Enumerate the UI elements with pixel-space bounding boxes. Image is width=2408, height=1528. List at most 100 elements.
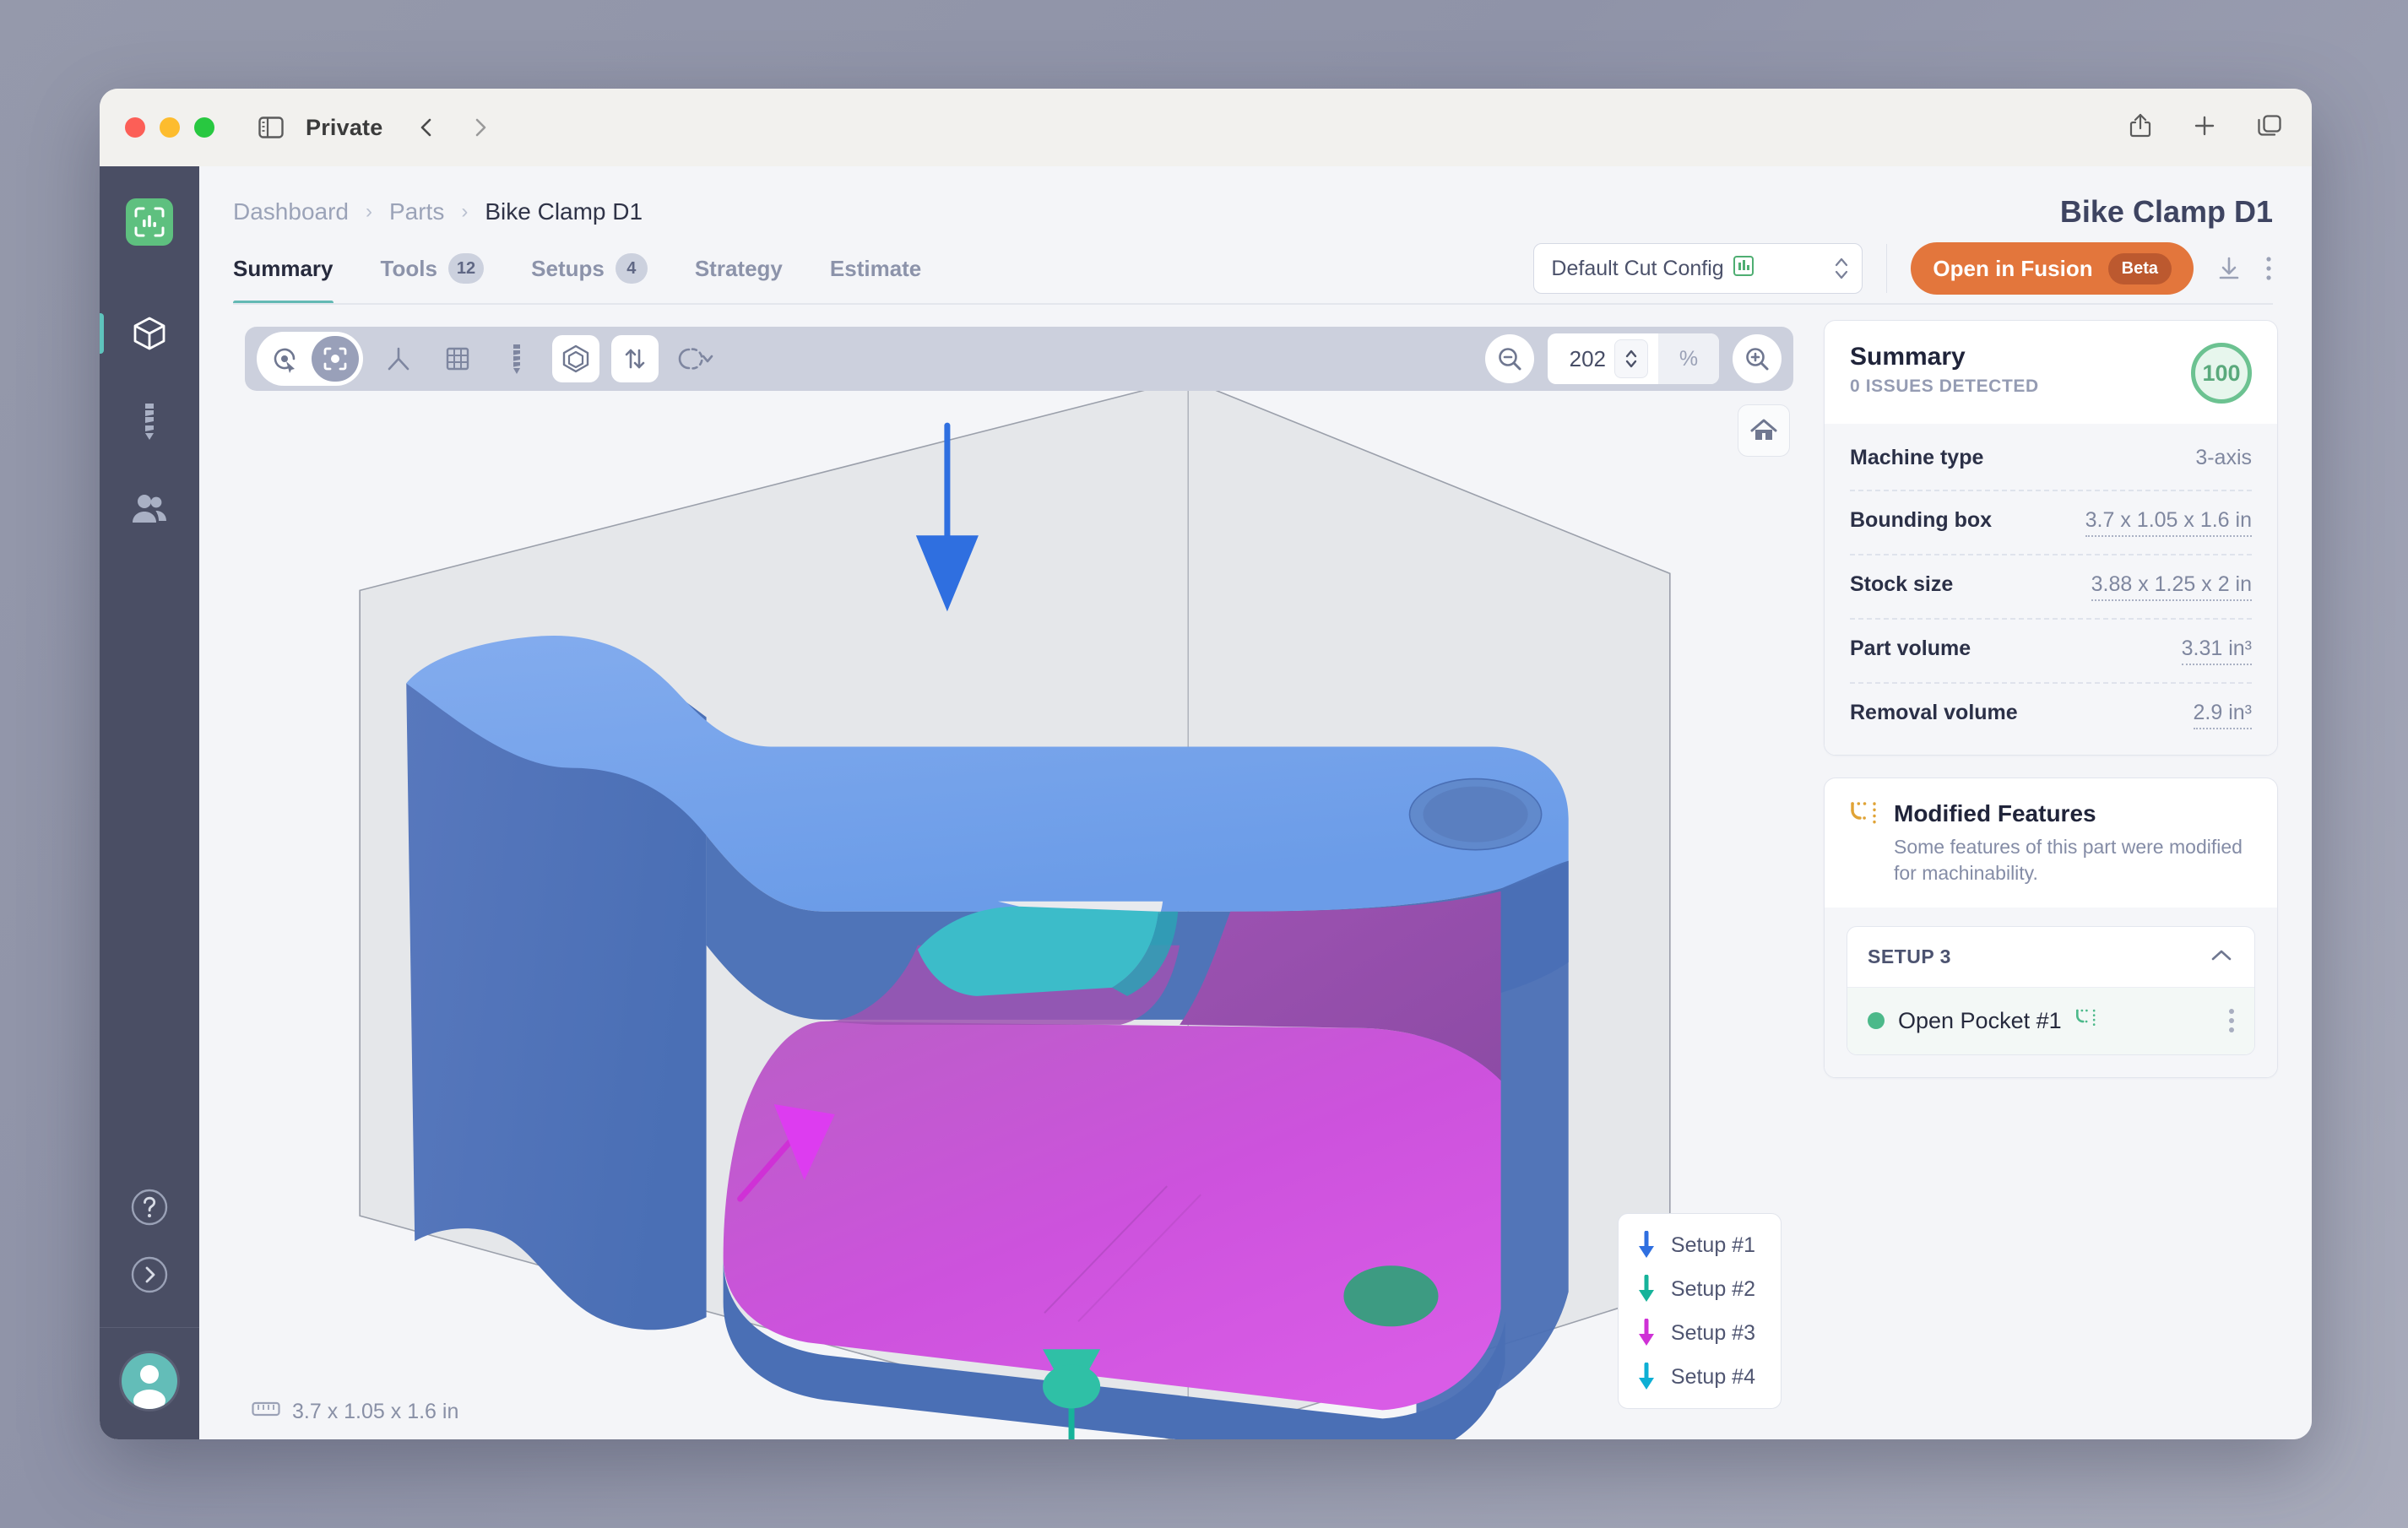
zoom-input[interactable]: 202 % bbox=[1547, 333, 1719, 384]
row-key: Part volume bbox=[1850, 637, 1971, 660]
left-rail bbox=[100, 166, 199, 1439]
setup-legend: Setup #1 Setup #2 Setup #3 Setup #4 bbox=[1617, 1213, 1782, 1409]
legend-item[interactable]: Setup #1 bbox=[1637, 1231, 1755, 1260]
close-window-button[interactable] bbox=[125, 117, 145, 138]
page-title: Bike Clamp D1 bbox=[2059, 194, 2273, 229]
feature-menu-icon[interactable] bbox=[2229, 1009, 2234, 1033]
tab-strategy[interactable]: Strategy bbox=[671, 232, 806, 305]
row-value: 2.9 in³ bbox=[2193, 701, 2252, 729]
modified-features-card: Modified Features Some features of this … bbox=[1824, 778, 2278, 1078]
row-value: 3.31 in³ bbox=[2181, 637, 2252, 665]
feature-name: Open Pocket #1 bbox=[1898, 1007, 2062, 1033]
share-icon[interactable] bbox=[2128, 112, 2153, 144]
legend-label: Setup #2 bbox=[1670, 1276, 1755, 1301]
row-key: Machine type bbox=[1850, 446, 1984, 469]
right-panel: Summary 0 ISSUES DETECTED 100 Machine ty… bbox=[1805, 305, 2312, 1439]
browser-window: Private Dashboard › Parts › Bike Clamp D… bbox=[100, 89, 2312, 1439]
row-value: 3.88 x 1.25 x 2 in bbox=[2091, 572, 2252, 601]
cut-config-spinner[interactable] bbox=[1833, 254, 1850, 283]
sidebar-toggle-icon[interactable] bbox=[258, 116, 284, 139]
frame-target-icon[interactable] bbox=[312, 336, 359, 382]
tab-summary[interactable]: Summary bbox=[233, 232, 357, 305]
breadcrumb-dashboard[interactable]: Dashboard bbox=[233, 198, 349, 225]
legend-item[interactable]: Setup #2 bbox=[1637, 1275, 1755, 1303]
minimize-window-button[interactable] bbox=[160, 117, 180, 138]
sidebar-item-team[interactable] bbox=[100, 487, 199, 531]
breadcrumb-current: Bike Clamp D1 bbox=[485, 198, 643, 225]
tab-bar: Summary Tools 12 Setups 4 Strategy Estim bbox=[199, 232, 2312, 305]
zoom-in-icon[interactable] bbox=[1733, 334, 1782, 383]
tab-tools-label: Tools bbox=[380, 255, 437, 281]
arrows-up-down-icon[interactable] bbox=[611, 335, 659, 382]
tab-estimate[interactable]: Estimate bbox=[806, 232, 945, 305]
drill-bit-icon[interactable] bbox=[493, 335, 540, 382]
legend-label: Setup #4 bbox=[1670, 1364, 1755, 1389]
row-value: 3.7 x 1.05 x 1.6 in bbox=[2085, 508, 2252, 537]
back-chevron-icon[interactable] bbox=[416, 116, 438, 138]
forward-chevron-icon[interactable] bbox=[469, 116, 491, 138]
tab-tools[interactable]: Tools 12 bbox=[357, 232, 508, 305]
cut-config-select[interactable]: Default Cut Config bbox=[1533, 243, 1863, 294]
summary-title: Summary bbox=[1850, 343, 1966, 371]
sidebar-item-tools[interactable] bbox=[100, 399, 199, 443]
tab-summary-label: Summary bbox=[233, 255, 334, 281]
breadcrumb: Dashboard › Parts › Bike Clamp D1 Bike C… bbox=[199, 166, 2312, 232]
breadcrumb-parts[interactable]: Parts bbox=[389, 198, 444, 225]
sidebar-item-parts[interactable] bbox=[100, 312, 199, 355]
viewport-container: 202 % 3.7 x 1.05 x 1.6 in Setup #1 Setup… bbox=[199, 305, 1805, 1439]
origin-axis-icon[interactable] bbox=[375, 335, 422, 382]
download-icon[interactable] bbox=[2215, 255, 2243, 282]
tab-overview-icon[interactable] bbox=[2256, 113, 2283, 143]
tab-setups-label: Setups bbox=[531, 255, 605, 281]
help-button[interactable] bbox=[127, 1185, 171, 1229]
machinability-score: 100 bbox=[2191, 343, 2252, 404]
grid-icon[interactable] bbox=[434, 335, 481, 382]
chevron-up-icon[interactable] bbox=[2209, 946, 2234, 968]
setup-group-header[interactable]: SETUP 3 bbox=[1847, 927, 2254, 988]
tab-setups[interactable]: Setups 4 bbox=[507, 232, 671, 305]
zoom-out-icon[interactable] bbox=[1484, 334, 1534, 383]
open-in-fusion-button[interactable]: Open in Fusion Beta bbox=[1911, 242, 2194, 295]
model-viewport[interactable]: 202 % 3.7 x 1.05 x 1.6 in Setup #1 Setup… bbox=[233, 320, 1805, 1439]
feature-list-item[interactable]: Open Pocket #1 bbox=[1847, 987, 2254, 1054]
legend-item[interactable]: Setup #4 bbox=[1637, 1363, 1755, 1391]
kebab-menu-icon[interactable] bbox=[2264, 255, 2273, 282]
zoom-value: 202 bbox=[1569, 345, 1606, 371]
setup-group-label: SETUP 3 bbox=[1868, 945, 1951, 967]
cursor-orbit-icon[interactable] bbox=[261, 336, 308, 382]
summary-row-part-volume: Part volume 3.31 in³ bbox=[1850, 620, 2252, 684]
toolbar-divider bbox=[1886, 244, 1888, 293]
cube-outline-icon[interactable] bbox=[552, 335, 599, 382]
row-key: Bounding box bbox=[1850, 508, 1993, 532]
partial-circle-icon[interactable] bbox=[670, 335, 718, 382]
viewport-toolbar: 202 % bbox=[245, 327, 1793, 391]
app-logo-icon[interactable] bbox=[126, 198, 173, 246]
status-badge bbox=[1868, 1012, 1885, 1030]
summary-row-machine-type: Machine type 3-axis bbox=[1850, 429, 2252, 491]
part-body bbox=[406, 635, 1569, 1439]
rail-divider bbox=[100, 1327, 199, 1328]
tab-estimate-label: Estimate bbox=[829, 255, 922, 281]
summary-row-stock-size: Stock size 3.88 x 1.25 x 2 in bbox=[1850, 555, 2252, 620]
model-3d-scene[interactable] bbox=[233, 320, 1805, 1439]
row-value: 3-axis bbox=[2195, 446, 2252, 469]
modified-feature-icon bbox=[1850, 800, 1879, 833]
plus-icon[interactable] bbox=[2192, 113, 2217, 143]
avatar[interactable] bbox=[122, 1353, 177, 1409]
summary-row-bounding-box: Bounding box 3.7 x 1.05 x 1.6 in bbox=[1850, 491, 2252, 555]
breadcrumb-separator: › bbox=[365, 200, 372, 223]
summary-row-removal-volume: Removal volume 2.9 in³ bbox=[1850, 684, 2252, 746]
issues-detected: 0 ISSUES DETECTED bbox=[1850, 377, 2039, 396]
cut-config-icon bbox=[1733, 255, 1754, 283]
expand-button[interactable] bbox=[127, 1253, 171, 1297]
legend-item[interactable]: Setup #3 bbox=[1637, 1319, 1755, 1347]
private-window-label: Private bbox=[306, 114, 383, 140]
selection-mode-group bbox=[257, 332, 363, 386]
dimension-text: 3.7 x 1.05 x 1.6 in bbox=[292, 1400, 459, 1423]
beta-badge: Beta bbox=[2107, 252, 2172, 284]
modified-feature-icon bbox=[2075, 1008, 2097, 1034]
home-view-button[interactable] bbox=[1738, 404, 1790, 457]
drilled-hole bbox=[1343, 1265, 1439, 1327]
maximize-window-button[interactable] bbox=[194, 117, 214, 138]
zoom-stepper[interactable] bbox=[1614, 339, 1648, 378]
